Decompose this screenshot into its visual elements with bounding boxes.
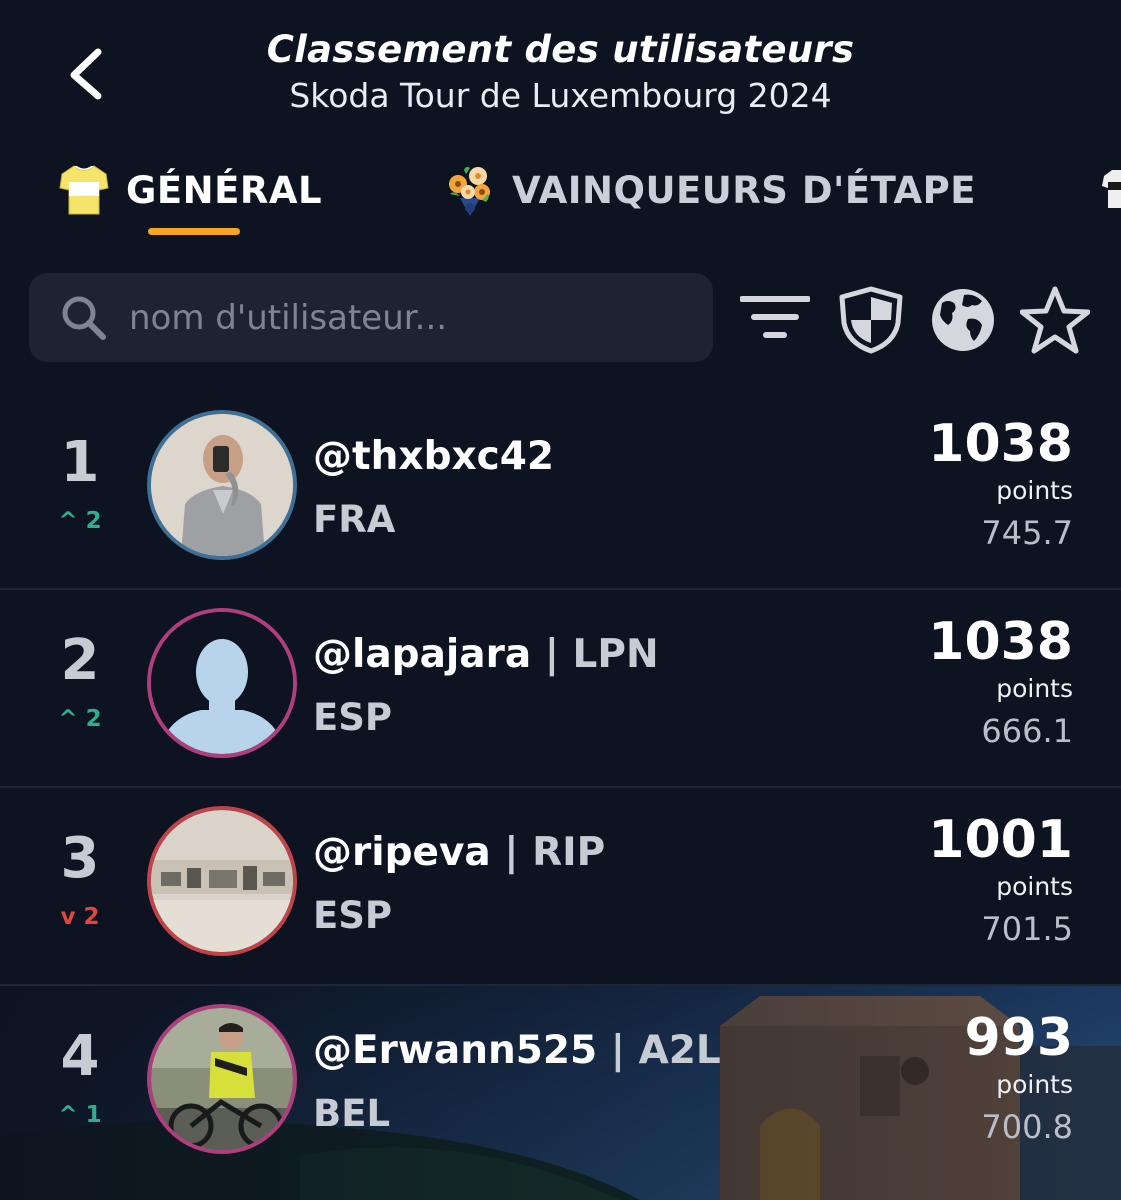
rank-change: ^ 2: [58, 508, 102, 534]
star-icon[interactable]: [1020, 285, 1090, 355]
flower-bouquet-icon: [449, 166, 490, 216]
username: @ripeva | RIP: [313, 830, 605, 875]
points-value: 1038: [928, 414, 1073, 474]
search-box[interactable]: [29, 273, 713, 362]
rank-change: ^ 1: [58, 1102, 102, 1128]
username-text: @thxbxc42: [313, 434, 555, 479]
points-value: 1038: [928, 612, 1073, 672]
team-tag: | A2L: [610, 1028, 721, 1073]
leaderboard-row[interactable]: 2 ^ 2 @lapajara | LPN ESP 1038 points 66…: [0, 590, 1121, 788]
page-title: Classement des utilisateurs: [266, 28, 855, 71]
leaderboard-row[interactable]: 1 ^ 2 @thxbxc42 FRA 1038 points 745.7: [0, 392, 1121, 590]
points-value: 1001: [928, 810, 1073, 870]
country-code: ESP: [313, 894, 393, 937]
tab-bar: GÉNÉRAL VAINQUEURS D'ÉTAPE: [0, 150, 1121, 240]
rank-number: 3: [60, 826, 100, 891]
secondary-score: 745.7: [981, 514, 1073, 552]
points-label: points: [996, 872, 1073, 901]
username-text: @lapajara: [313, 632, 532, 677]
team-tag: | RIP: [504, 830, 606, 875]
username: @thxbxc42: [313, 434, 554, 479]
secondary-score: 666.1: [981, 712, 1073, 750]
rank-change: ^ 2: [58, 706, 102, 732]
rank-number: 1: [60, 430, 100, 495]
points-label: points: [996, 674, 1073, 703]
secondary-score: 700.8: [981, 1108, 1073, 1146]
country-code: FRA: [313, 498, 396, 541]
tab-overflow-jersey-icon[interactable]: [1102, 164, 1121, 212]
username-text: @ripeva: [313, 830, 491, 875]
country-code: ESP: [313, 696, 393, 739]
avatar[interactable]: [147, 410, 297, 560]
page-subtitle: Skoda Tour de Luxembourg 2024: [289, 76, 832, 115]
rank-change: v 2: [60, 904, 100, 930]
leaderboard-row[interactable]: 3 v 2 @ripeva | RIP ESP 1001 points 701.…: [0, 788, 1121, 986]
team-tag: | LPN: [544, 632, 659, 677]
tab-stage-winners-label: VAINQUEURS D'ÉTAPE: [512, 168, 977, 212]
points-label: points: [996, 476, 1073, 505]
username: @lapajara | LPN: [313, 632, 659, 677]
username: @Erwann525 | A2L: [313, 1028, 721, 1073]
tab-general[interactable]: GÉNÉRAL: [58, 160, 322, 220]
search-icon: [62, 296, 106, 340]
yellow-jersey-icon: [59, 165, 109, 215]
points-label: points: [996, 1070, 1073, 1099]
points-value: 993: [964, 1008, 1073, 1068]
username-text: @Erwann525: [313, 1028, 598, 1073]
header: Classement des utilisateurs Skoda Tour d…: [0, 0, 1121, 130]
filter-icon[interactable]: [740, 285, 810, 355]
country-code: BEL: [313, 1092, 391, 1135]
leaderboard-row-highlighted[interactable]: 4 ^ 1 @Erwann525 | A2L BEL 993 points 70…: [0, 986, 1121, 1200]
secondary-score: 701.5: [981, 910, 1073, 948]
search-input[interactable]: [129, 273, 699, 362]
avatar[interactable]: [147, 608, 297, 758]
shield-icon[interactable]: [836, 285, 906, 355]
active-tab-indicator: [148, 228, 240, 235]
globe-icon[interactable]: [928, 285, 998, 355]
leaderboard-screen: Classement des utilisateurs Skoda Tour d…: [0, 0, 1121, 1200]
tab-stage-winners[interactable]: VAINQUEURS D'ÉTAPE: [442, 160, 976, 220]
avatar[interactable]: [147, 806, 297, 956]
rank-number: 2: [60, 628, 100, 693]
tab-general-label: GÉNÉRAL: [126, 168, 323, 212]
rank-number: 4: [60, 1024, 100, 1089]
avatar[interactable]: [147, 1004, 297, 1154]
